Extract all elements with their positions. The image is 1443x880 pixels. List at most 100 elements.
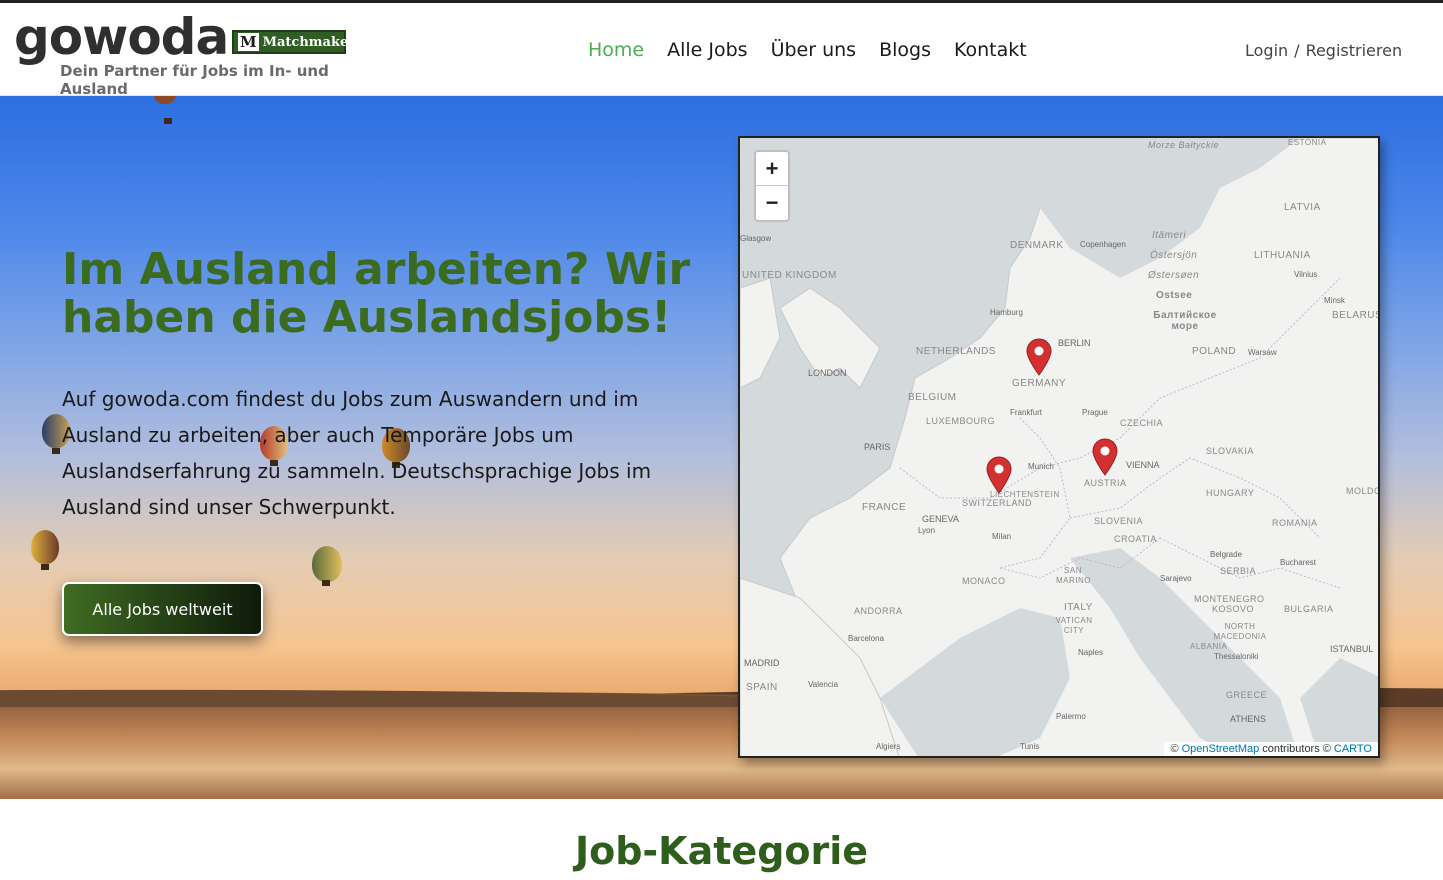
map-city-belgrade: Belgrade — [1210, 550, 1243, 559]
hero-title: Im Ausland arbeiten? Wir haben die Ausla… — [62, 244, 691, 343]
map-label-kosovo: KOSOVO — [1212, 604, 1255, 614]
map-label-serbia: SERBIA — [1220, 566, 1257, 576]
map-label-baltic: Morze Bałtyckie — [1148, 140, 1220, 150]
map-city-algiers: Algiers — [876, 742, 901, 751]
nav-home[interactable]: Home — [588, 39, 644, 61]
map-label-luxembourg: LUXEMBOURG — [926, 416, 996, 426]
hero-description: Auf gowoda.com findest du Jobs zum Auswa… — [62, 387, 652, 519]
map-city-palermo: Palermo — [1056, 712, 1086, 721]
map-marker-austria[interactable] — [1092, 438, 1118, 476]
map-label-slovakia: SLOVAKIA — [1206, 446, 1254, 456]
map-city-paris: PARIS — [864, 442, 891, 452]
openstreetmap-link[interactable]: OpenStreetMap — [1182, 743, 1260, 755]
map-label-croatia: CROATIA — [1114, 534, 1157, 544]
map-label-albania: ALBANIA — [1190, 642, 1228, 651]
auth-separator: / — [1294, 41, 1300, 60]
map-label-slovenia: SLOVENIA — [1094, 516, 1144, 526]
map-label-czechia: CZECHIA — [1120, 418, 1164, 428]
map-city-lyon: Lyon — [918, 526, 936, 535]
map-label-vatican: VATICAN CITY — [1055, 616, 1093, 635]
balloon-image — [31, 530, 59, 570]
map-label-uk: UNITED KINGDOM — [742, 270, 837, 281]
map-label-romania: ROMANIA — [1272, 518, 1318, 528]
map-label-italy: ITALY — [1064, 602, 1093, 613]
map-attribution: © OpenStreetMap contributors © CARTO — [1164, 742, 1378, 756]
map-label-baltic-ru: Балтийское море — [1153, 310, 1217, 332]
attribution-contributors: contributors © — [1262, 743, 1331, 755]
register-link[interactable]: Registrieren — [1306, 41, 1403, 60]
map-label-spain: SPAIN — [746, 682, 778, 693]
zoom-in-button[interactable]: + — [756, 152, 788, 186]
map-zoom-control: + − — [754, 150, 790, 222]
all-jobs-worldwide-button[interactable]: Alle Jobs weltweit — [62, 582, 263, 636]
map-city-geneva: GENEVA — [922, 514, 959, 524]
map-label-belarus: BELARUS — [1332, 310, 1380, 321]
map-label-switzerland: SWITZERLAND — [962, 498, 1033, 508]
map-city-barcelona: Barcelona — [848, 634, 885, 643]
zoom-out-button[interactable]: − — [756, 186, 788, 220]
matchmaker-badge: M Matchmaker — [232, 30, 355, 54]
matchmaker-m-icon: M — [238, 33, 259, 51]
map-label-san-marino: SAN MARINO — [1056, 566, 1091, 585]
map-city-glasgow: Glasgow — [740, 234, 772, 243]
nav-ueber-uns[interactable]: Über uns — [771, 39, 857, 61]
map-label-austria: AUSTRIA — [1084, 478, 1127, 488]
map-label-ostersoen: Østersøen — [1148, 270, 1200, 281]
map-label-germany: GERMANY — [1012, 378, 1067, 389]
map-label-north-macedonia: NORTH MACEDONIA — [1213, 622, 1267, 641]
balloon-image — [312, 546, 342, 586]
job-category-heading: Job-Kategorie — [574, 829, 869, 873]
map-label-denmark: DENMARK — [1010, 240, 1064, 251]
map-label-estonia: ESTONIA — [1288, 138, 1327, 147]
jobs-map[interactable]: ESTONIA Morze Bałtyckie LATVIA Itämeri D… — [738, 136, 1380, 758]
site-header: gowoda M Matchmaker Dein Partner für Job… — [0, 6, 1443, 98]
nav-alle-jobs[interactable]: Alle Jobs — [667, 39, 747, 61]
map-label-greece: GREECE — [1226, 690, 1268, 700]
map-city-thessaloniki: Thessaloniki — [1214, 652, 1259, 661]
map-city-sarajevo: Sarajevo — [1160, 574, 1192, 583]
map-label-itameri: Itämeri — [1152, 230, 1187, 241]
map-city-munich: Munich — [1028, 462, 1054, 471]
site-logo[interactable]: gowoda M Matchmaker Dein Partner für Job… — [14, 8, 355, 98]
map-city-naples: Naples — [1078, 648, 1103, 657]
map-base-layer — [740, 138, 1378, 756]
map-city-bucharest: Bucharest — [1280, 558, 1317, 567]
map-city-vilnius: Vilnius — [1294, 270, 1318, 279]
matchmaker-label: Matchmaker — [262, 34, 356, 50]
balloon-image — [154, 96, 176, 124]
map-label-ostsee: Ostsee — [1156, 290, 1193, 301]
auth-links: Login / Registrieren — [1245, 41, 1402, 60]
map-label-lithuania: LITHUANIA — [1254, 250, 1311, 261]
nav-kontakt[interactable]: Kontakt — [954, 39, 1027, 61]
carto-link[interactable]: CARTO — [1334, 743, 1372, 755]
attribution-copyright: © — [1170, 743, 1179, 755]
map-label-ostersjon: Östersjön — [1150, 250, 1198, 261]
map-city-valencia: Valencia — [808, 680, 839, 689]
map-label-poland: POLAND — [1192, 346, 1237, 357]
map-label-france: FRANCE — [862, 502, 907, 513]
logo-wordmark: gowoda — [14, 8, 229, 66]
map-marker-germany[interactable] — [1026, 338, 1052, 376]
map-city-istanbul: ISTANBUL — [1330, 644, 1374, 654]
map-label-montenegro: MONTENEGRO — [1194, 594, 1265, 604]
map-label-hungary: HUNGARY — [1206, 488, 1255, 498]
map-city-madrid: MADRID — [744, 658, 780, 668]
map-marker-liechtenstein[interactable] — [986, 456, 1012, 494]
map-label-monaco: MONACO — [962, 576, 1006, 586]
map-label-bulgaria: BULGARIA — [1284, 604, 1334, 614]
map-label-latvia: LATVIA — [1284, 202, 1321, 213]
map-label-netherlands: NETHERLANDS — [916, 346, 996, 357]
map-label-moldova: MOLDO — [1346, 486, 1380, 496]
map-city-berlin: BERLIN — [1058, 338, 1091, 348]
map-label-andorra: ANDORRA — [854, 606, 903, 616]
map-city-warsaw: Warsaw — [1248, 348, 1277, 357]
map-city-milan: Milan — [992, 532, 1012, 541]
logo-tagline: Dein Partner für Jobs im In- und Ausland — [60, 62, 329, 98]
map-city-vienna: VIENNA — [1126, 460, 1160, 470]
map-city-copenhagen: Copenhagen — [1080, 240, 1126, 249]
main-nav: Home Alle Jobs Über uns Blogs Kontakt — [588, 39, 1027, 61]
map-city-prague: Prague — [1082, 408, 1108, 417]
map-city-hamburg: Hamburg — [990, 308, 1023, 317]
nav-blogs[interactable]: Blogs — [879, 39, 931, 61]
login-link[interactable]: Login — [1245, 41, 1288, 60]
